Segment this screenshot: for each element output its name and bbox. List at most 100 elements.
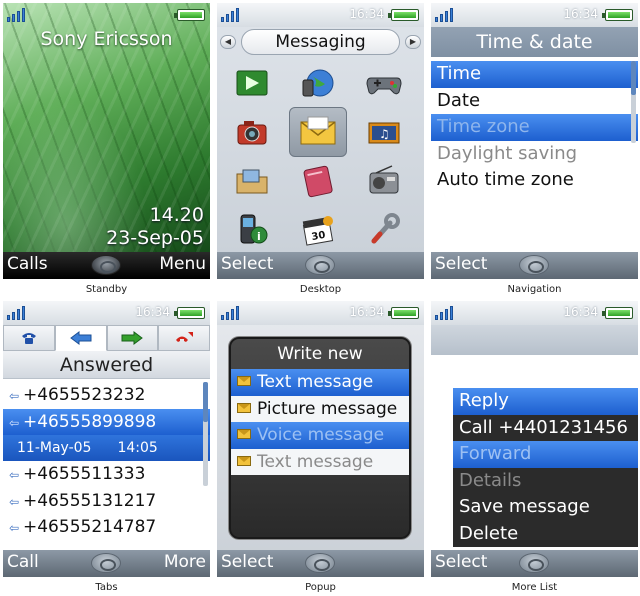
scrollbar[interactable] [203,382,208,486]
list-item-daylight-saving[interactable]: Daylight saving [431,141,638,168]
messaging-envelope-icon[interactable] [289,107,347,157]
menu-item-text-message[interactable]: Text message [231,369,409,396]
panel-caption: Popup [305,582,336,593]
call-log-tabs [3,325,210,351]
list-item-time-zone[interactable]: Time zone [431,114,638,141]
navigation-key-icon[interactable] [305,255,335,275]
phone-info-icon[interactable]: i [223,207,281,253]
menu-item-picture-message[interactable]: Picture message [231,395,409,422]
phone-ui-showcase: Sony Ericsson 14.20 23-Sep-05 Calls Menu… [0,0,640,596]
menu-item-voice-message[interactable]: Voice message [231,422,409,449]
menu-item-details[interactable]: Details [453,468,638,495]
arrow-left-icon[interactable]: ◀ [220,35,236,49]
envelope-icon [237,455,251,466]
scrollbar[interactable] [631,61,636,143]
contacts-book-icon[interactable] [289,158,347,204]
missed-call-icon [176,332,194,342]
write-new-popup: Write new Text message Picture message V… [229,337,411,539]
signal-strength-icon [221,306,243,320]
panel-caption: More List [511,582,558,593]
list-item[interactable]: ⇦ +46555131217 [3,488,210,515]
softkey-bar: Call More [3,550,210,577]
arrow-right-icon[interactable]: ▶ [405,35,421,49]
envelope-icon [237,402,251,413]
menu-item-label: Voice message [257,425,385,445]
tabs-panel: 16:34 Answered ⇦ +4655523232 ⇦ +46555899… [3,301,210,596]
list-item[interactable]: ⇦ +4655523232 [3,382,210,409]
list-item-time[interactable]: Time [431,61,638,88]
navigation-key-icon[interactable] [519,255,549,275]
select-softkey[interactable]: Select [221,552,273,572]
tab-dialled[interactable] [106,325,159,351]
call-softkey[interactable]: Call [7,552,39,572]
call-number: +46555214787 [23,517,157,537]
music-player-icon[interactable]: ♫ [355,109,413,155]
tab-answered[interactable] [54,325,107,351]
list-item[interactable]: ⇦ +4655511333 [3,461,210,488]
call-number: +4655511333 [23,464,146,484]
panel-caption: Standby [85,284,128,295]
menu-item-label: Picture message [257,398,398,419]
signal-strength-icon [7,8,29,22]
answered-call-icon: ⇦ [9,389,20,403]
menu-item-forward[interactable]: Forward [453,441,638,468]
more-list-panel: 16:34 Reply Call +4401231456 Forward Det… [431,301,638,596]
tab-missed[interactable] [158,325,210,351]
media-icon[interactable] [223,60,281,106]
menu-item-text-message-disabled[interactable]: Text message [231,448,409,475]
menu-item-reply[interactable]: Reply [453,388,638,415]
softkey-bar: Select [431,550,638,577]
select-softkey[interactable]: Select [435,254,487,274]
more-list-screen: 16:34 Reply Call +4401231456 Forward Det… [431,301,638,577]
menu-item-delete[interactable]: Delete [453,521,638,548]
tab-all-calls[interactable] [3,325,55,351]
navigation-screen: 16:34 Time & date Time Date Time zone Da… [431,3,638,279]
status-bar: 16:34 [217,301,424,325]
more-softkey[interactable]: More [164,552,206,572]
calendar-organizer-icon[interactable]: 30 [289,207,347,253]
envelope-icon [237,376,251,386]
call-number: +46555899898 [23,411,157,432]
status-clock: 16:34 [135,305,170,319]
desktop-title: Messaging [241,29,400,55]
operator-brand: Sony Ericsson [40,28,173,50]
games-controller-icon[interactable] [355,60,413,106]
calls-softkey[interactable]: Calls [7,254,48,274]
internet-globe-icon[interactable] [289,60,347,106]
standby-time: 14.20 [149,204,204,226]
list-item[interactable]: ⇦ +46555214787 [3,514,210,541]
call-number: +46555131217 [23,490,157,511]
status-clock: 16:34 [563,305,598,319]
navigation-key-icon[interactable] [91,553,121,573]
menu-item-save-message[interactable]: Save message [453,494,638,521]
radio-icon[interactable] [355,158,413,204]
status-bar: 16:34 [431,301,638,325]
file-manager-folder-icon[interactable] [223,158,281,204]
navigation-key-icon[interactable] [91,255,121,275]
panel-caption: Tabs [95,582,118,593]
desktop-panel: 16:34 ◀ Messaging ▶ ♫ i 30 Select Deskto… [217,3,424,301]
list-item-date[interactable]: Date [431,88,638,115]
settings-wrench-icon[interactable] [355,207,413,253]
camera-icon[interactable] [223,109,281,155]
title-bar [431,325,638,355]
call-time: 14:05 [117,440,158,456]
status-clock: 16:34 [563,7,598,21]
desktop-title-bar: ◀ Messaging ▶ [217,27,424,57]
select-softkey[interactable]: Select [435,552,487,572]
softkey-bar: Calls Menu [3,252,210,279]
navigation-panel: 16:34 Time & date Time Date Time zone Da… [431,3,638,301]
answered-call-icon: ⇦ [9,468,20,482]
softkey-bar: Select [217,252,424,279]
select-softkey[interactable]: Select [221,254,273,274]
menu-softkey[interactable]: Menu [159,254,206,274]
battery-icon [388,307,419,319]
list-item-selected[interactable]: ⇦ +46555899898 [3,408,210,435]
list-item-auto-time-zone[interactable]: Auto time zone [431,167,638,194]
menu-item-call[interactable]: Call +4401231456 [453,415,638,442]
menu-item-label: Text message [257,451,374,472]
desktop-screen: 16:34 ◀ Messaging ▶ ♫ i 30 Select [217,3,424,279]
signal-strength-icon [435,8,457,22]
navigation-key-icon[interactable] [305,553,335,573]
navigation-key-icon[interactable] [519,553,549,573]
